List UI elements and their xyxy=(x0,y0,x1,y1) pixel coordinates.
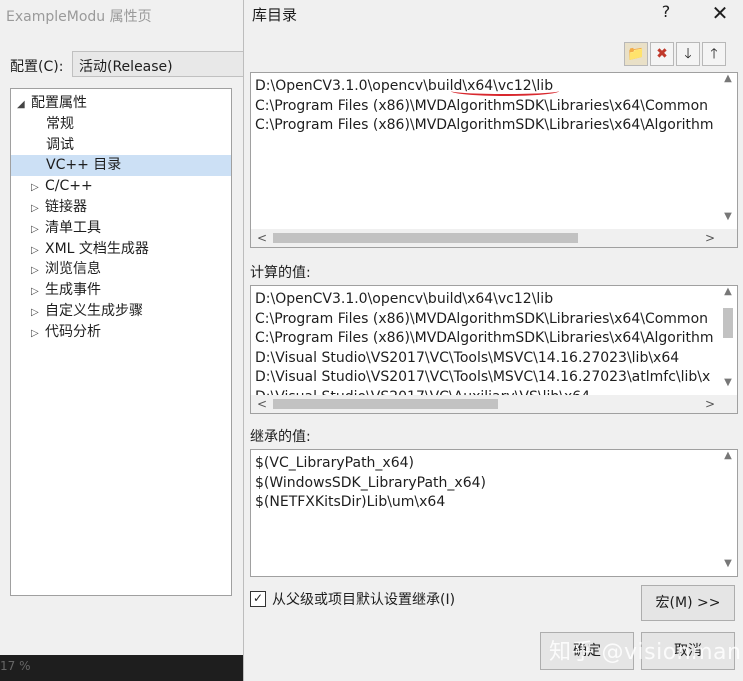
collapsed-arrow-icon[interactable]: ▷ xyxy=(31,178,45,199)
tree-item-label: 常规 xyxy=(46,115,74,132)
list-item[interactable]: $(WindowsSDK_LibraryPath_x64) xyxy=(255,474,719,494)
collapsed-arrow-icon[interactable]: ▷ xyxy=(31,220,45,241)
scroll-left-icon[interactable]: < xyxy=(253,229,271,247)
tree-item[interactable]: ◢ 配置属性 xyxy=(11,93,231,114)
tree-item[interactable]: ▷ 浏览信息 xyxy=(11,259,231,280)
tree-item[interactable]: VC++ 目录 xyxy=(11,155,231,177)
list-item[interactable]: D:\Visual Studio\VS2017\VC\Tools\MSVC\14… xyxy=(255,349,719,369)
scroll-down-icon[interactable]: ▼ xyxy=(719,377,737,395)
red-underline-annotation xyxy=(451,86,559,96)
configuration-select[interactable]: 活动(Release) xyxy=(72,51,252,77)
tree-item[interactable]: 常规 xyxy=(11,114,231,135)
tree-item-label: 链接器 xyxy=(45,198,87,215)
tree-item-label: 调试 xyxy=(46,136,74,153)
tree-item-label: C/C++ xyxy=(45,178,93,195)
tree-item-label: 浏览信息 xyxy=(45,261,101,278)
new-line-icon[interactable]: 📁 xyxy=(624,42,648,66)
macro-button[interactable]: 宏(M) >> xyxy=(641,585,735,621)
scroll-thumb[interactable] xyxy=(273,233,578,243)
computed-vertical-scrollbar[interactable]: ▲ ▼ xyxy=(719,286,737,395)
scroll-up-icon[interactable]: ▲ xyxy=(719,286,737,304)
tree-item[interactable]: ▷ 清单工具 xyxy=(11,218,231,239)
help-button[interactable]: ? xyxy=(656,2,676,21)
list-item[interactable]: C:\Program Files (x86)\MVDAlgorithmSDK\L… xyxy=(255,97,719,117)
list-item[interactable]: D:\Visual Studio\VS2017\VC\Tools\MSVC\14… xyxy=(255,368,719,388)
collapsed-arrow-icon[interactable]: ▷ xyxy=(31,241,45,262)
property-pages-title: ExampleModu 属性页 xyxy=(6,9,152,25)
collapsed-arrow-icon[interactable]: ▷ xyxy=(31,261,45,282)
tree-item-label: 代码分析 xyxy=(45,323,101,340)
entries-vertical-scrollbar[interactable]: ▲ ▼ xyxy=(719,73,737,229)
list-item[interactable]: $(NETFXKitsDir)Lib\um\x64 xyxy=(255,493,719,513)
entries-toolbar: 📁 ✖ 🡓 🡑 xyxy=(622,42,726,68)
computed-lines: D:\OpenCV3.1.0\opencv\build\x64\vc12\lib… xyxy=(255,290,719,407)
collapsed-arrow-icon[interactable]: ▷ xyxy=(31,282,45,303)
collapsed-arrow-icon[interactable]: ▷ xyxy=(31,303,45,324)
scroll-down-icon[interactable]: ▼ xyxy=(719,211,737,229)
list-item[interactable]: D:\OpenCV3.1.0\opencv\build\x64\vc12\lib xyxy=(255,290,719,310)
scroll-right-icon[interactable]: > xyxy=(701,229,719,247)
delete-icon[interactable]: ✖ xyxy=(650,42,674,66)
inherit-checkbox[interactable]: ✓ xyxy=(250,591,266,607)
move-up-icon[interactable]: 🡑 xyxy=(702,42,726,66)
collapsed-arrow-icon[interactable]: ▷ xyxy=(31,199,45,220)
property-tree: ◢ 配置属性 常规 调试 VC++ 目录 ▷ C/C++ ▷ 链接器 ▷ 清单工具 ▷ XML 文档生成… xyxy=(10,88,232,596)
tree-item-label: VC++ 目录 xyxy=(46,157,122,174)
collapsed-arrow-icon[interactable]: ▷ xyxy=(31,324,45,345)
tree-item-label: XML 文档生成器 xyxy=(45,240,149,257)
scroll-up-icon[interactable]: ▲ xyxy=(719,73,737,91)
list-item[interactable]: C:\Program Files (x86)\MVDAlgorithmSDK\L… xyxy=(255,329,719,349)
tree-item[interactable]: ▷ 自定义生成步骤 xyxy=(11,301,231,322)
tree-item[interactable]: ▷ XML 文档生成器 xyxy=(11,239,231,260)
tree-item-label: 自定义生成步骤 xyxy=(45,302,143,319)
move-down-icon[interactable]: 🡓 xyxy=(676,42,700,66)
status-bar: 17 % xyxy=(0,655,243,681)
scroll-thumb[interactable] xyxy=(723,308,733,338)
tree-item-label: 配置属性 xyxy=(31,95,87,111)
tree-item-label: 清单工具 xyxy=(45,219,101,236)
scroll-right-icon[interactable]: > xyxy=(701,395,719,413)
tree-item[interactable]: ▷ C/C++ xyxy=(11,176,231,197)
computed-values-label: 计算的值: xyxy=(250,265,311,281)
tree-item-label: 生成事件 xyxy=(45,282,101,299)
entries-listbox[interactable]: D:\OpenCV3.1.0\opencv\build\x64\vc12\lib… xyxy=(250,72,738,248)
entries-horizontal-scrollbar[interactable]: < > xyxy=(251,229,737,247)
inherited-lines: $(VC_LibraryPath_x64) $(WindowsSDK_Librar… xyxy=(255,454,719,513)
configuration-label: 配置(C): xyxy=(10,59,64,75)
tree-item[interactable]: ▷ 链接器 xyxy=(11,197,231,218)
tree-item[interactable]: ▷ 生成事件 xyxy=(11,280,231,301)
inherited-values-label: 继承的值: xyxy=(250,429,311,445)
property-pages-window: ExampleModu 属性页 配置(C): 活动(Release) ◢ 配置属性… xyxy=(0,0,252,655)
dialog-title: 库目录 xyxy=(252,6,298,24)
list-item[interactable]: C:\Program Files (x86)\MVDAlgorithmSDK\L… xyxy=(255,116,719,136)
scroll-up-icon[interactable]: ▲ xyxy=(719,450,737,468)
watermark: 知乎 @visionman xyxy=(549,640,742,665)
tree-item[interactable]: 调试 xyxy=(11,135,231,156)
inherit-checkbox-label: 从父级或项目默认设置继承(I) xyxy=(272,592,456,608)
expanded-arrow-icon[interactable]: ◢ xyxy=(17,95,31,116)
list-item[interactable]: $(VC_LibraryPath_x64) xyxy=(255,454,719,474)
inherit-checkbox-row[interactable]: ✓ 从父级或项目默认设置继承(I) xyxy=(250,589,455,609)
scroll-left-icon[interactable]: < xyxy=(253,395,271,413)
close-button[interactable]: ✕ xyxy=(707,0,733,26)
tree-item[interactable]: ▷ 代码分析 xyxy=(11,322,231,343)
inherited-vertical-scrollbar[interactable]: ▲ ▼ xyxy=(719,450,737,576)
computed-values-listbox[interactable]: D:\OpenCV3.1.0\opencv\build\x64\vc12\lib… xyxy=(250,285,738,414)
status-text: 17 % xyxy=(0,659,31,673)
computed-horizontal-scrollbar[interactable]: < > xyxy=(251,395,737,413)
library-directories-dialog: 库目录 ? ✕ 📁 ✖ 🡓 🡑 D:\OpenCV3.1.0\opencv\build… xyxy=(243,0,743,681)
list-item[interactable]: C:\Program Files (x86)\MVDAlgorithmSDK\L… xyxy=(255,310,719,330)
inherited-values-listbox[interactable]: $(VC_LibraryPath_x64) $(WindowsSDK_Librar… xyxy=(250,449,738,577)
scroll-down-icon[interactable]: ▼ xyxy=(719,558,737,576)
scroll-thumb[interactable] xyxy=(273,399,498,409)
